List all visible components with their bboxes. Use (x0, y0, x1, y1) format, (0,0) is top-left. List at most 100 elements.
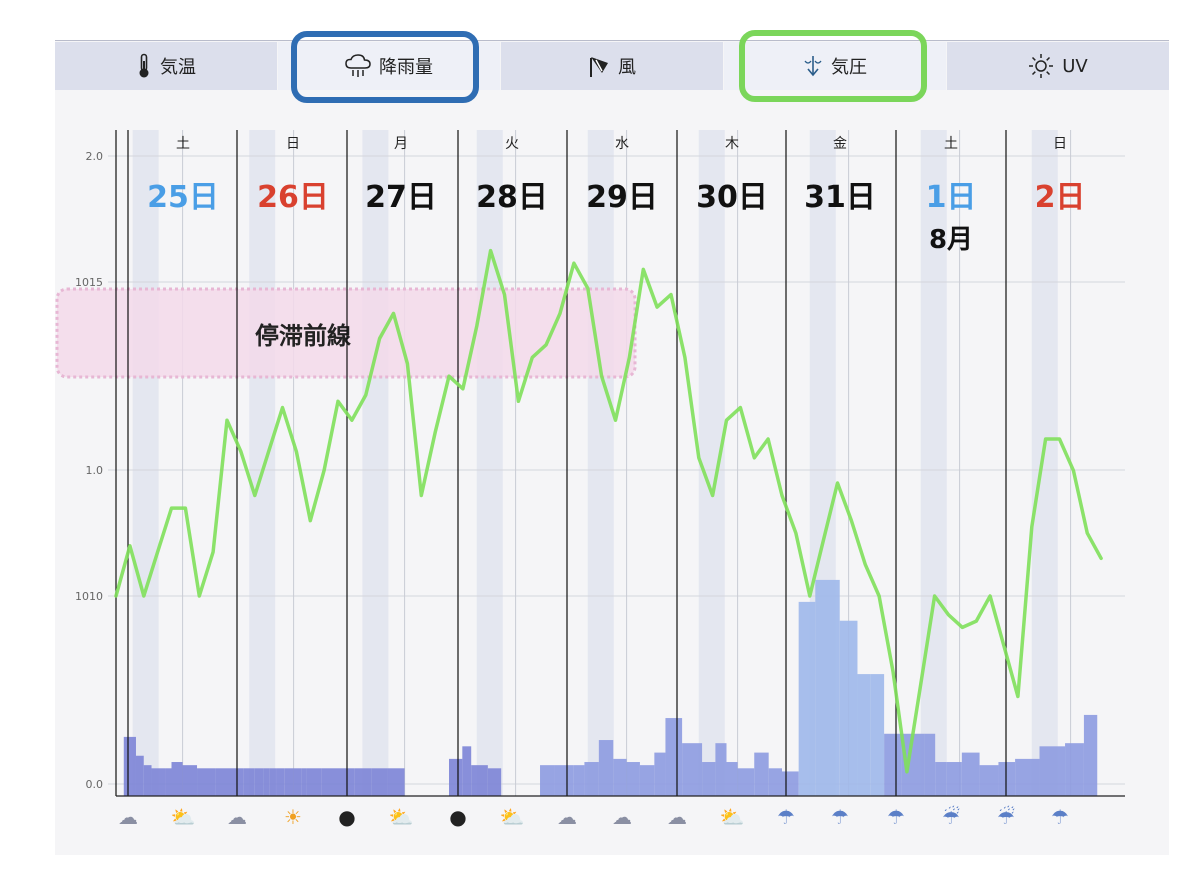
date-label: 29日 (586, 180, 658, 215)
cloud-rain-icon: ☂ (887, 805, 905, 829)
precip-bar (870, 674, 885, 796)
night-band (132, 130, 159, 796)
precip-bar (321, 768, 338, 796)
night-band (698, 130, 725, 796)
precip-bar (269, 768, 277, 796)
cloud-rain-icon: ☂ (777, 805, 795, 829)
precip-bar (449, 758, 463, 796)
precip-bar (182, 765, 198, 796)
precip-bar (754, 752, 769, 796)
precip-bar (227, 768, 244, 796)
precip-bar (768, 768, 782, 796)
precip-bar (924, 733, 936, 796)
precip-bar (371, 768, 388, 796)
moon-icon: ● (449, 805, 467, 829)
precip-bar (284, 768, 294, 796)
precip-bar (215, 768, 227, 796)
night-band (362, 130, 389, 796)
precip-bar (338, 768, 355, 796)
cloud-icon: ☁ (612, 805, 632, 829)
precip-bar (471, 765, 488, 796)
date-label: 28日 (476, 180, 548, 215)
precip-bar (839, 620, 858, 796)
y-tick-label: 2.0 (86, 150, 104, 163)
night-band (587, 130, 614, 796)
precip-bar (857, 674, 871, 796)
precip-bar (702, 762, 716, 796)
moon-cloud-icon: ☁ (118, 805, 138, 829)
precip-bar (1039, 746, 1066, 796)
precip-bar (946, 762, 962, 796)
precip-bar (815, 579, 840, 796)
precip-bar (979, 765, 999, 796)
precip-bar (123, 736, 136, 796)
night-band (1031, 130, 1058, 796)
weekday-label: 金 (833, 136, 847, 152)
moon-icon: ● (338, 805, 356, 829)
precip-bar (306, 768, 322, 796)
sun-cloud-icon: ⛅ (719, 805, 745, 829)
precip-bar (639, 765, 655, 796)
precip-bar (243, 768, 255, 796)
heavy-rain-icon: ☔ (942, 805, 960, 829)
precip-bar (462, 746, 472, 796)
precip-bar (135, 755, 144, 796)
heavy-rain-icon: ☔ (997, 805, 1015, 829)
precip-bar (301, 768, 307, 796)
sun-rain-icon: ☂ (1051, 805, 1069, 829)
precip-bar (151, 768, 166, 796)
weekday-label: 日 (1053, 136, 1067, 152)
precip-bar (143, 765, 152, 796)
precip-bar (540, 765, 555, 796)
precip-bar (613, 758, 627, 796)
precip-bar (598, 740, 614, 796)
date-label: 2日 (1035, 180, 1086, 215)
precip-bar (487, 768, 502, 796)
precip-bar (276, 768, 285, 796)
precip-bar (798, 601, 816, 796)
sun-icon: ☀ (284, 805, 302, 829)
weekday-label: 水 (615, 136, 629, 152)
weekday-label: 日 (286, 136, 300, 152)
y-tick-label: 1.0 (86, 464, 104, 477)
moon-cloud-icon: ☁ (557, 805, 577, 829)
precip-bar (254, 768, 264, 796)
sun-rain-icon: ☂ (831, 805, 849, 829)
weekday-label: 火 (505, 136, 519, 152)
weekday-label: 木 (725, 136, 739, 152)
precip-bar (782, 771, 799, 796)
sun-cloud-icon: ⛅ (388, 805, 414, 829)
precip-bar (584, 762, 599, 796)
precip-bar (961, 752, 980, 796)
pressure-precipitation-chart: 停滞前線 2.0 1015 1.0 1010 0.0 土 25日 日 26日 月 27日 火… (55, 130, 1125, 797)
precip-bar (682, 743, 703, 796)
precip-bar (715, 743, 727, 796)
precip-bar (935, 762, 947, 796)
cloud-icon: ☁ (667, 805, 687, 829)
precip-bar (884, 733, 902, 796)
sun-cloud-icon: ⛅ (499, 805, 525, 829)
y-tick-label: 1010 (75, 590, 103, 603)
date-label: 31日 (804, 180, 876, 215)
precip-bar (1083, 714, 1098, 796)
front-annotation-label: 停滞前線 (255, 322, 351, 350)
date-label: 26日 (257, 180, 329, 215)
precip-bar (387, 768, 405, 796)
precip-bar (1015, 758, 1040, 796)
date-label: 25日 (147, 180, 219, 215)
precip-bar (654, 752, 666, 796)
night-band (476, 130, 503, 796)
month-label: 8月 (929, 225, 973, 255)
precip-bar (171, 762, 183, 796)
night-band (249, 130, 276, 796)
precip-bar (665, 718, 683, 796)
precip-bar (293, 768, 302, 796)
precip-bar (263, 768, 270, 796)
precip-bar (1065, 743, 1084, 796)
precip-bar (354, 768, 372, 796)
weekday-label: 土 (176, 136, 190, 152)
precip-bar (165, 768, 172, 796)
precip-bar (998, 762, 1016, 796)
y-tick-label: 1015 (75, 276, 103, 289)
date-label: 30日 (696, 180, 768, 215)
